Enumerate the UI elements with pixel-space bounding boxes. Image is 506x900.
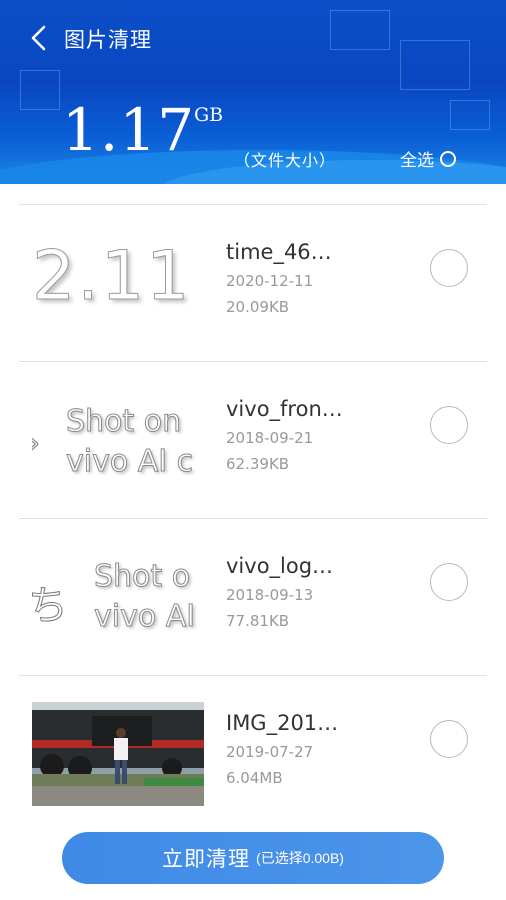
image-thumbnail: › Shot on vivo AI c — [32, 388, 204, 492]
total-size-value: 1.17 — [62, 96, 196, 164]
list-item[interactable]: IMG_201… 2019-07-27 6.04MB — [0, 675, 506, 809]
list-item[interactable]: › Shot on vivo AI c vivo_fron… 2018-09-2… — [0, 361, 506, 517]
image-thumbnail: 2.11 — [32, 231, 204, 335]
page-title: 图片清理 — [64, 28, 152, 52]
decor-square — [400, 40, 470, 90]
file-name: IMG_201… — [226, 711, 339, 735]
select-all-label: 全选 — [400, 151, 434, 171]
decor-square — [20, 70, 60, 110]
select-all-radio-icon — [440, 150, 456, 167]
file-date: 2019-07-27 — [226, 743, 314, 761]
file-name: vivo_fron… — [226, 397, 343, 421]
clean-now-button[interactable]: 立即清理 (已选择0.00B) — [62, 832, 444, 884]
header-banner: 图片清理 1.17 GB （文件大小） 全选 — [0, 0, 506, 184]
file-size: 77.81KB — [226, 612, 290, 630]
file-name: time_46… — [226, 240, 332, 264]
thumbnail-text: Shot on vivo AI c — [65, 404, 194, 480]
file-date: 2018-09-13 — [226, 586, 314, 604]
train-photo-icon — [32, 702, 204, 806]
list-item[interactable]: 2.11 time_46… 2020-12-11 20.09KB — [0, 204, 506, 360]
file-size: 6.04MB — [226, 769, 283, 787]
clean-now-label: 立即清理 — [162, 848, 251, 871]
list-item[interactable]: ち Shot o vivo AI vivo_log… 2018-09-13 77… — [0, 518, 506, 674]
total-size-caption: （文件大小） — [234, 151, 337, 170]
file-size: 62.39KB — [226, 455, 290, 473]
select-radio[interactable] — [430, 249, 468, 287]
select-radio[interactable] — [430, 720, 468, 758]
bottom-bar: 立即清理 (已选择0.00B) — [0, 809, 506, 900]
vivo-logo-mark-icon: › — [32, 426, 41, 462]
back-button[interactable] — [24, 24, 52, 56]
decor-square — [450, 100, 490, 130]
total-size-unit: GB — [194, 104, 224, 126]
decor-square — [330, 10, 390, 50]
select-all-toggle[interactable]: 全选 — [400, 146, 456, 171]
select-radio[interactable] — [430, 563, 468, 601]
file-name: vivo_log… — [226, 554, 334, 578]
image-thumbnail — [32, 702, 204, 806]
file-size: 20.09KB — [226, 298, 290, 316]
vivo-logo-mark-icon: ち — [32, 583, 69, 630]
image-thumbnail: ち Shot o vivo AI — [32, 545, 204, 649]
file-date: 2018-09-21 — [226, 429, 314, 447]
select-radio[interactable] — [430, 406, 468, 444]
thumbnail-text: 2.11 — [32, 237, 192, 317]
file-date: 2020-12-11 — [226, 272, 314, 290]
thumbnail-text: Shot o vivo AI — [93, 559, 196, 635]
selected-size-info: (已选择0.00B) — [256, 850, 344, 866]
image-list[interactable]: 2.11 time_46… 2020-12-11 20.09KB › Shot … — [0, 184, 506, 809]
chevron-left-icon — [29, 24, 47, 56]
